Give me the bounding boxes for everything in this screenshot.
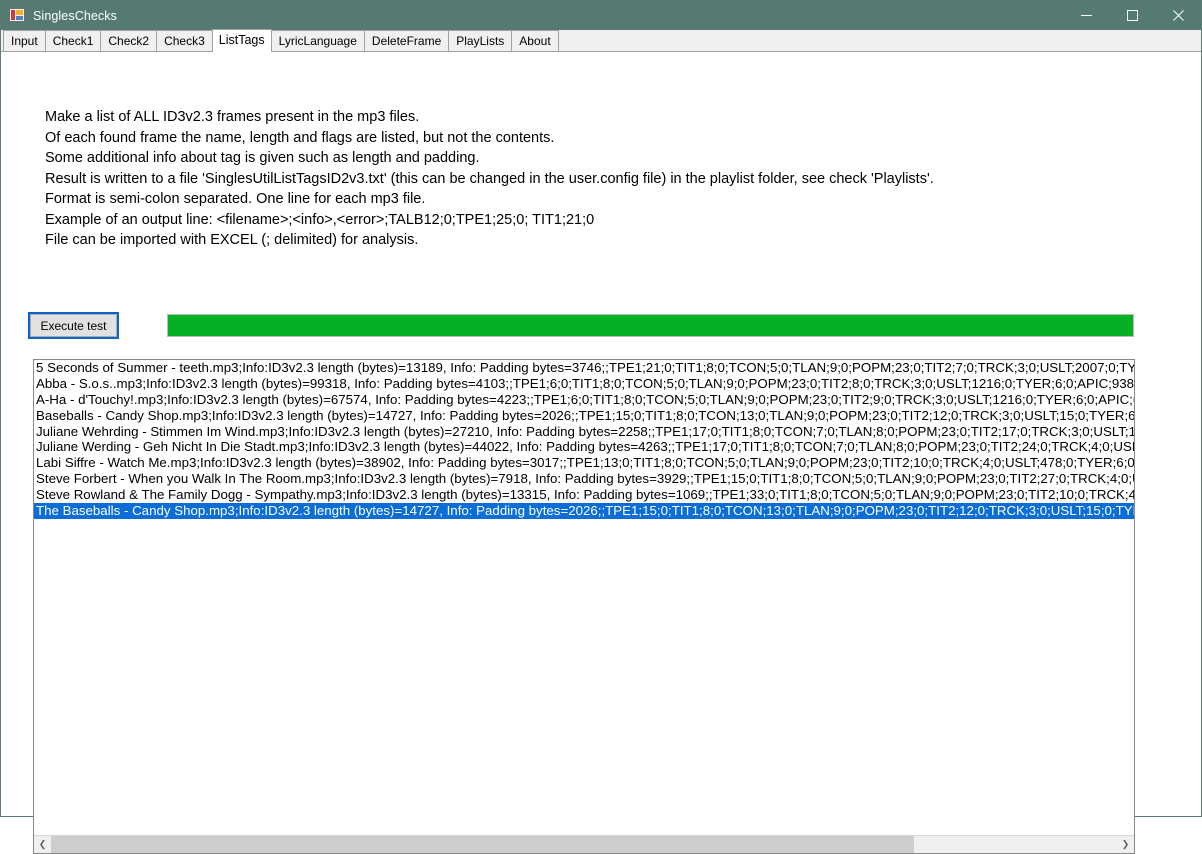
tab-about[interactable]: About — [511, 30, 559, 51]
progress-bar-fill — [168, 315, 1133, 336]
list-item[interactable]: A-Ha - d'Touchy!.mp3;Info:ID3v2.3 length… — [34, 392, 1134, 408]
tab-label: About — [519, 34, 551, 48]
tab-check2[interactable]: Check2 — [100, 30, 158, 51]
tab-deleteframe[interactable]: DeleteFrame — [363, 30, 450, 51]
maximize-icon[interactable] — [1109, 1, 1155, 30]
tab-label: Check1 — [52, 34, 94, 48]
description-line: Some additional info about tag is given … — [45, 150, 480, 166]
list-item[interactable]: Juliane Wehrding - Stimmen Im Wind.mp3;I… — [34, 424, 1134, 440]
horizontal-scrollbar[interactable]: ❮ ❯ — [34, 835, 1134, 853]
chevron-right-icon[interactable]: ❯ — [1117, 836, 1134, 853]
description-line: Example of an output line: <filename>;<i… — [45, 211, 595, 228]
window-title: SinglesChecks — [33, 8, 117, 23]
scrollbar-track[interactable] — [51, 836, 1117, 853]
tab-strip: Input Check1 Check2 Check3 ListTags LyricLang… — [1, 29, 1201, 52]
tab-label: Check3 — [164, 34, 205, 48]
tab-label: LyricLanguage — [278, 34, 357, 48]
description-line: Format is semi-colon separated. One line… — [45, 191, 426, 207]
description-text: Make a list of ALL ID3v2.3 frames presen… — [45, 107, 934, 251]
list-item[interactable]: Steve Forbert - When you Walk In The Roo… — [34, 471, 1134, 487]
minimize-icon[interactable] — [1063, 1, 1109, 30]
list-item[interactable]: 5 Seconds of Summer - teeth.mp3;Info:ID3… — [34, 360, 1134, 376]
tab-lyriclanguage[interactable]: LyricLanguage — [270, 30, 365, 51]
list-item[interactable]: Labi Siffre - Watch Me.mp3;Info:ID3v2.3 … — [34, 455, 1134, 471]
tab-page-listtags: Make a list of ALL ID3v2.3 frames presen… — [1, 52, 1201, 854]
chevron-left-icon[interactable]: ❮ — [34, 836, 51, 853]
tab-label: ListTags — [218, 33, 265, 47]
application-window: SinglesChecks Input Check1 Check2 Check3 Lis… — [0, 0, 1202, 854]
results-list[interactable]: 5 Seconds of Summer - teeth.mp3;Info:ID3… — [34, 360, 1134, 835]
close-icon[interactable] — [1155, 1, 1201, 30]
list-item[interactable]: Abba - S.o.s..mp3;Info:ID3v2.3 length (b… — [34, 376, 1134, 392]
tab-label: Input — [11, 34, 38, 48]
tab-label: PlayLists — [456, 34, 505, 48]
description-line: Make a list of ALL ID3v2.3 frames presen… — [45, 109, 420, 125]
description-line: Result is written to a file 'SinglesUtil… — [45, 170, 934, 187]
tab-label: Check2 — [108, 34, 150, 48]
tab-playlists[interactable]: PlayLists — [448, 30, 513, 51]
tab-input[interactable]: Input — [3, 30, 46, 51]
tab-label: DeleteFrame — [371, 34, 442, 48]
title-bar: SinglesChecks — [1, 1, 1201, 30]
window-controls — [1063, 1, 1201, 30]
tab-listtags[interactable]: ListTags — [211, 29, 272, 52]
tab-check1[interactable]: Check1 — [44, 30, 102, 51]
list-item[interactable]: Steve Rowland & The Family Dogg - Sympat… — [34, 487, 1134, 503]
description-line: Of each found frame the name, length and… — [45, 129, 555, 146]
results-listbox[interactable]: 5 Seconds of Summer - teeth.mp3;Info:ID3… — [33, 359, 1135, 854]
progress-bar — [167, 314, 1134, 337]
form-icon — [9, 7, 25, 24]
list-item[interactable]: The Baseballs - Candy Shop.mp3;Info:ID3v… — [34, 503, 1134, 519]
description-line: File can be imported with EXCEL (; delim… — [45, 232, 419, 248]
list-item[interactable]: Baseballs - Candy Shop.mp3;Info:ID3v2.3 … — [34, 408, 1134, 424]
tab-check3[interactable]: Check3 — [156, 30, 213, 51]
list-item[interactable]: Juliane Werding - Geh Nicht In Die Stadt… — [34, 439, 1134, 455]
execute-test-button[interactable]: Execute test — [28, 312, 119, 339]
scrollbar-thumb[interactable] — [51, 836, 915, 853]
